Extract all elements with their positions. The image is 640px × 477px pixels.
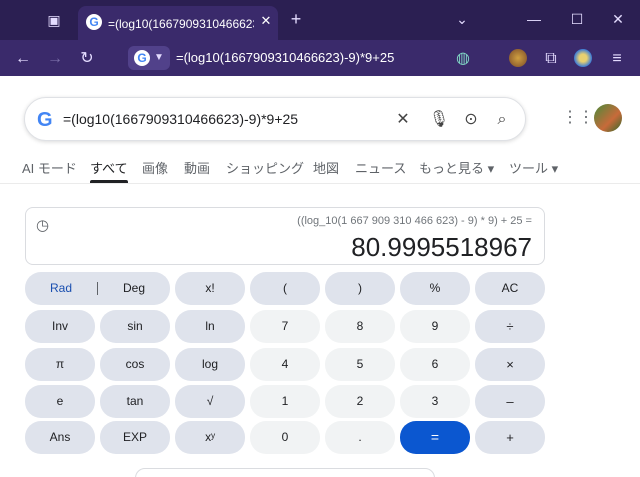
google-favicon-icon: G — [86, 14, 102, 30]
ln-key[interactable]: ln — [175, 310, 245, 343]
google-apps-icon[interactable]: ⋮⋮ — [562, 108, 594, 128]
menu-icon[interactable]: ≡ — [606, 48, 628, 70]
tab-search-icon[interactable]: ⌄ — [450, 8, 474, 30]
tan-key[interactable]: tan — [100, 385, 170, 418]
search-box[interactable]: G =(log10(1667909310466623)-9)*9+25 ✕ 🎙 … — [24, 97, 526, 141]
search-query[interactable]: =(log10(1667909310466623)-9)*9+25 — [63, 111, 298, 127]
inverse-key[interactable]: Inv — [25, 310, 95, 343]
cos-key[interactable]: cos — [100, 348, 170, 381]
digit-1-key[interactable]: 1 — [250, 385, 320, 418]
digit-5-key[interactable]: 5 — [325, 348, 395, 381]
rad-deg-toggle[interactable]: Rad Deg — [25, 272, 170, 305]
digit-3-key[interactable]: 3 — [400, 385, 470, 418]
rad-button[interactable]: Rad — [25, 272, 97, 305]
digit-9-key[interactable]: 9 — [400, 310, 470, 343]
tab-title: =(log10(1667909310466623)-9)*9+25 - Goog… — [108, 17, 254, 31]
digit-0-key[interactable]: 0 — [250, 421, 320, 454]
digit-2-key[interactable]: 2 — [325, 385, 395, 418]
digit-7-key[interactable]: 7 — [250, 310, 320, 343]
calculator-result: 80.9995518967 — [351, 232, 532, 262]
tab-strip: ▣ G =(log10(1667909310466623)-9)*9+25 - … — [0, 0, 640, 40]
deg-button[interactable]: Deg — [98, 272, 170, 305]
forward-arrow-icon[interactable]: → — [44, 48, 66, 70]
tab-shopping[interactable]: ショッピング — [226, 158, 304, 177]
maximize-button[interactable]: ☐ — [565, 8, 589, 30]
tab-news[interactable]: ニュース — [355, 158, 406, 177]
power-key[interactable]: xʸ — [175, 421, 245, 454]
digit-4-key[interactable]: 4 — [250, 348, 320, 381]
minimize-button[interactable]: — — [522, 8, 546, 30]
close-paren-key[interactable]: ) — [325, 272, 395, 305]
tab-all[interactable]: すべて — [90, 158, 128, 183]
search-nav-tabs: AI モード すべて 画像 動画 ショッピング 地図 ニュース もっと見る ▾ … — [0, 150, 640, 184]
tab-maps[interactable]: 地図 — [313, 158, 339, 177]
calculator-display: ◷ ((log_10(1 667 909 310 466 623) - 9) *… — [25, 207, 545, 265]
log-key[interactable]: log — [175, 348, 245, 381]
exp-key[interactable]: EXP — [100, 421, 170, 454]
microphone-icon[interactable]: 🎙 — [428, 109, 450, 131]
browser-toolbar: ← → ↻ G ▼ =(log10(1667909310466623)-9)*9… — [0, 40, 640, 76]
calculator-expression: ((log_10(1 667 909 310 466 623) - 9) * 9… — [297, 215, 532, 227]
sin-key[interactable]: sin — [100, 310, 170, 343]
site-info-chip[interactable]: G ▼ — [128, 46, 170, 70]
clear-icon[interactable]: ✕ — [392, 109, 414, 131]
close-window-button[interactable]: ✕ — [606, 8, 630, 30]
tab-tools[interactable]: ツール ▾ — [509, 158, 558, 177]
sqrt-key[interactable]: √ — [175, 385, 245, 418]
add-key[interactable]: + — [475, 421, 545, 454]
e-key[interactable]: e — [25, 385, 95, 418]
camera-lens-icon[interactable]: ⊙ — [460, 109, 482, 131]
multiply-key[interactable]: × — [475, 348, 545, 381]
tab-ai-mode[interactable]: AI モード — [22, 158, 77, 177]
profile-extension-icon[interactable] — [509, 49, 527, 67]
next-section-card — [135, 468, 435, 477]
chevron-down-icon: ▼ — [154, 52, 164, 63]
address-bar[interactable]: =(log10(1667909310466623)-9)*9+25 — [176, 50, 394, 65]
decimal-key[interactable]: . — [325, 421, 395, 454]
divide-key[interactable]: ÷ — [475, 310, 545, 343]
reload-icon[interactable]: ↻ — [76, 48, 98, 70]
google-logo-icon: G — [134, 50, 150, 66]
ans-key[interactable]: Ans — [25, 421, 95, 454]
tab-close-icon[interactable]: ✕ — [258, 13, 274, 29]
tab-actions-icon[interactable]: ▣ — [44, 10, 64, 30]
open-paren-key[interactable]: ( — [250, 272, 320, 305]
digit-6-key[interactable]: 6 — [400, 348, 470, 381]
extensions-icon[interactable]: ⧉ — [540, 48, 562, 70]
search-icon[interactable]: ⌕ — [491, 109, 513, 131]
percent-key[interactable]: % — [400, 272, 470, 305]
all-clear-key[interactable]: AC — [475, 272, 545, 305]
equals-key[interactable]: = — [400, 421, 470, 454]
vpn-globe-icon[interactable]: ◍ — [452, 48, 474, 70]
avatar[interactable] — [594, 104, 622, 132]
subtract-key[interactable]: – — [475, 385, 545, 418]
extension-icon[interactable] — [574, 49, 592, 67]
factorial-key[interactable]: x! — [175, 272, 245, 305]
tab-videos[interactable]: 動画 — [184, 158, 210, 177]
tab-images[interactable]: 画像 — [142, 158, 168, 177]
pi-key[interactable]: π — [25, 348, 95, 381]
tab-more[interactable]: もっと見る ▾ — [419, 158, 494, 177]
back-arrow-icon[interactable]: ← — [12, 48, 34, 70]
active-tab[interactable]: G =(log10(1667909310466623)-9)*9+25 - Go… — [78, 6, 278, 40]
digit-8-key[interactable]: 8 — [325, 310, 395, 343]
new-tab-button[interactable]: + — [286, 9, 306, 29]
google-logo-icon: G — [37, 109, 53, 131]
history-icon[interactable]: ◷ — [36, 216, 49, 234]
